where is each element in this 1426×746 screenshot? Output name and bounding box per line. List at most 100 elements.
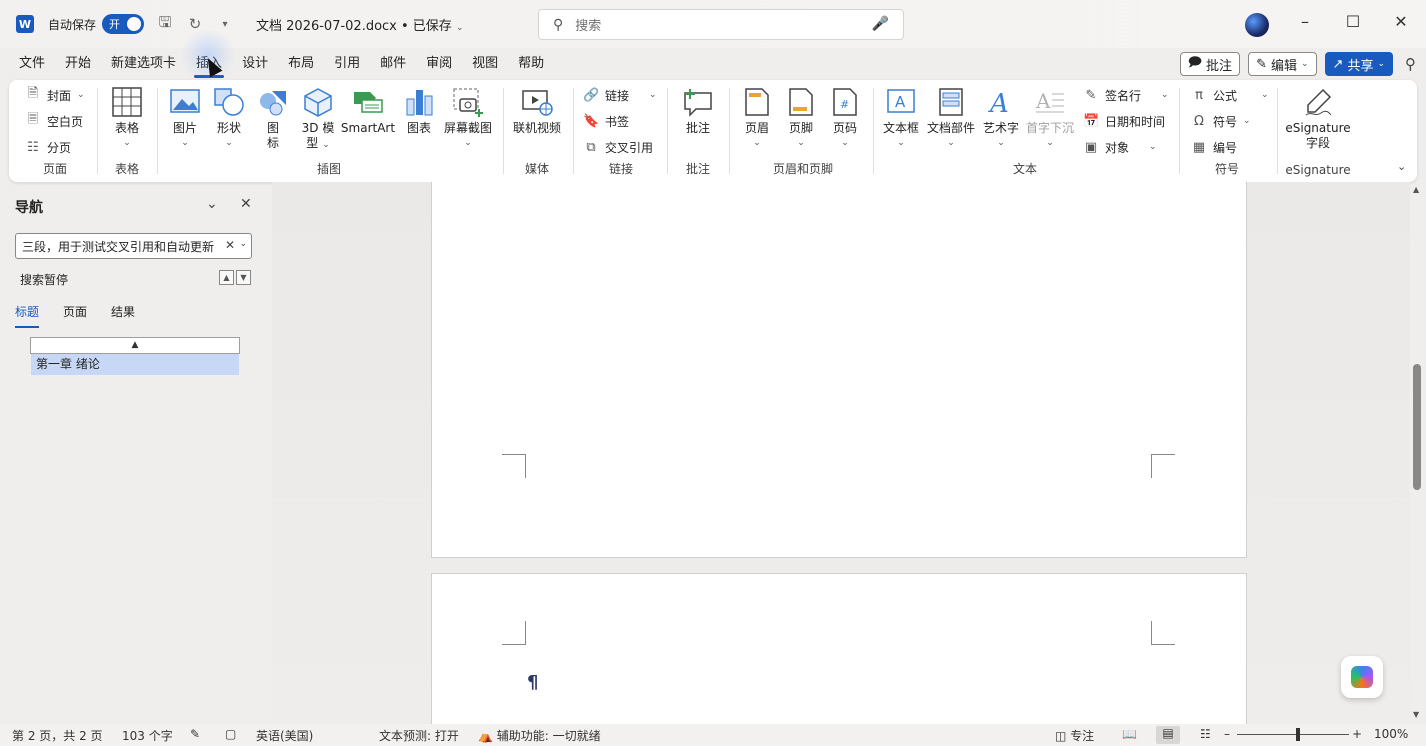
icons-button[interactable]: 图 标: [257, 86, 289, 151]
signature-line-button[interactable]: ✎ 签名行 ⌄: [1083, 84, 1169, 106]
tab-new-tab[interactable]: 新建选项卡: [101, 49, 186, 79]
tab-home[interactable]: 开始: [55, 49, 101, 79]
nav-tab-headings[interactable]: 标题: [15, 303, 40, 328]
cross-reference-icon: ⧉: [586, 139, 596, 155]
symbol-button[interactable]: Ω 符号 ⌄: [1191, 110, 1251, 132]
zoom-out-icon[interactable]: –: [1224, 727, 1230, 741]
document-canvas[interactable]: ¶: [272, 182, 1410, 724]
chevron-down-icon: ⌄: [841, 138, 849, 148]
table-button[interactable]: 表格 ⌄: [109, 86, 145, 151]
scroll-up-icon[interactable]: ▲: [1413, 185, 1419, 194]
editing-button[interactable]: ✎ 编辑 ⌄: [1248, 52, 1317, 76]
tab-help[interactable]: 帮助: [508, 49, 554, 79]
tab-layout[interactable]: 布局: [278, 49, 324, 79]
footer-button[interactable]: 页脚 ⌄: [785, 86, 817, 151]
clear-icon[interactable]: ✕: [225, 238, 235, 252]
object-button[interactable]: ▣ 对象 ⌄: [1083, 136, 1157, 158]
cover-page-button[interactable]: 🗎 封面 ⌄: [25, 84, 85, 106]
screenshot-button[interactable]: 屏幕截图 ⌄: [443, 86, 493, 151]
scroll-down-icon[interactable]: ▼: [1413, 710, 1419, 719]
equation-button[interactable]: π 公式 ⌄: [1191, 84, 1268, 106]
bookmark-button[interactable]: 🔖 书签: [583, 110, 629, 132]
chart-button[interactable]: 图表: [403, 86, 435, 136]
text-prediction-status[interactable]: 文本预测: 打开: [379, 727, 459, 744]
tab-design[interactable]: 设计: [232, 49, 278, 79]
share-button[interactable]: ↗ 共享 ⌄: [1324, 52, 1393, 76]
group-label-links: 链接: [608, 162, 633, 176]
zoom-level[interactable]: 100%: [1374, 727, 1408, 741]
number-button[interactable]: ▦ 编号: [1191, 136, 1237, 158]
close-button[interactable]: ✕: [1390, 12, 1412, 34]
web-layout-icon[interactable]: ☷: [1200, 727, 1211, 741]
vertical-scrollbar[interactable]: ▲ ▼: [1410, 182, 1426, 724]
zoom-in-icon[interactable]: +: [1352, 727, 1362, 741]
cross-reference-button[interactable]: ⧉ 交叉引用: [583, 136, 653, 158]
esignature-field-button[interactable]: eSignature 字段: [1283, 86, 1353, 151]
page-break-button[interactable]: ☷ 分页: [25, 136, 71, 158]
scrollbar-thumb[interactable]: [1413, 364, 1421, 490]
link-button[interactable]: 🔗 链接 ⌄: [583, 84, 657, 106]
blank-page-button[interactable]: 🗏 空白页: [25, 110, 83, 132]
proofing-icon[interactable]: ✎: [190, 727, 200, 741]
previous-result-icon[interactable]: ▲: [219, 270, 234, 285]
group-divider: [667, 88, 668, 174]
collapse-ribbon-icon[interactable]: ⌄: [1397, 160, 1406, 173]
save-icon[interactable]: 🖫: [156, 12, 174, 37]
feedback-icon[interactable]: ⚲: [1405, 55, 1416, 73]
date-time-button[interactable]: 📅 日期和时间: [1083, 110, 1165, 132]
tab-file[interactable]: 文件: [9, 49, 55, 79]
3d-models-button[interactable]: 3D 模 型 ⌄: [299, 86, 337, 153]
picture-button[interactable]: 图片 ⌄: [169, 86, 201, 151]
maximize-button[interactable]: ☐: [1342, 12, 1364, 34]
online-video-label: 联机视频: [512, 121, 561, 135]
nav-tab-results[interactable]: 结果: [111, 303, 135, 320]
new-comment-button[interactable]: 批注: [679, 86, 717, 136]
zoom-slider[interactable]: [1237, 734, 1349, 735]
avatar[interactable]: [1245, 13, 1269, 37]
document-page-1[interactable]: [431, 182, 1247, 558]
print-layout-icon[interactable]: ▤: [1156, 726, 1180, 744]
microphone-icon[interactable]: 🎤: [872, 16, 889, 32]
comments-button[interactable]: 🗩 批注: [1179, 52, 1241, 76]
drop-cap-button[interactable]: A 首字下沉 ⌄: [1025, 86, 1075, 151]
tab-mailings[interactable]: 邮件: [370, 49, 416, 79]
nav-tab-pages[interactable]: 页面: [63, 303, 87, 320]
header-button[interactable]: 页眉 ⌄: [741, 86, 773, 151]
quick-parts-button[interactable]: 文档部件 ⌄: [925, 86, 977, 151]
chevron-down-icon: ⌄: [797, 138, 805, 148]
autosave-toggle[interactable]: 开: [102, 14, 145, 34]
shapes-button[interactable]: 形状 ⌄: [213, 86, 245, 151]
word-count[interactable]: 103 个字: [122, 727, 173, 744]
collapse-all-icon[interactable]: ▲: [30, 337, 240, 354]
customize-icon[interactable]: ▾: [216, 19, 234, 30]
page-number-button[interactable]: # 页码 ⌄: [829, 86, 861, 151]
autosave-label: 自动保存: [48, 17, 97, 32]
group-label-media: 媒体: [524, 162, 549, 176]
minimize-button[interactable]: –: [1294, 12, 1316, 34]
heading-item[interactable]: 第一章 绪论: [31, 354, 239, 375]
read-mode-icon[interactable]: 📖: [1122, 727, 1137, 741]
focus-mode-button[interactable]: ◫ 专注: [1055, 727, 1094, 744]
smartart-label: SmartArt: [340, 121, 396, 135]
close-icon[interactable]: ✕: [240, 196, 252, 212]
document-title[interactable]: 文档 2026-07-02.docx • 已保存 ⌄: [256, 15, 463, 34]
text-box-button[interactable]: A 文本框 ⌄: [881, 86, 921, 151]
copilot-button[interactable]: [1341, 656, 1383, 698]
search-input[interactable]: ⚲ 搜索 🎤: [538, 9, 904, 40]
document-page-2[interactable]: ¶: [431, 573, 1247, 724]
wordart-button[interactable]: A 艺术字 ⌄: [979, 86, 1023, 151]
tab-review[interactable]: 审阅: [416, 49, 462, 79]
chevron-down-icon[interactable]: ⌄: [239, 239, 247, 249]
next-result-icon[interactable]: ▼: [236, 270, 251, 285]
nav-search-input[interactable]: 三段，用于测试交叉引用和自动更新 ✕ ⌄: [15, 233, 252, 259]
tab-view[interactable]: 视图: [462, 49, 508, 79]
accessibility-status[interactable]: ⛺ 辅助功能: 一切就绪: [478, 727, 601, 744]
page-count[interactable]: 第 2 页，共 2 页: [12, 727, 103, 744]
accessibility-page-icon[interactable]: ▢: [225, 727, 236, 741]
tab-references[interactable]: 引用: [324, 49, 370, 79]
language-status[interactable]: 英语(美国): [256, 727, 313, 744]
online-video-button[interactable]: 联机视频: [511, 86, 563, 136]
smartart-button[interactable]: SmartArt: [341, 86, 395, 136]
zoom-slider-thumb[interactable]: [1296, 728, 1300, 741]
chevron-down-icon[interactable]: ⌄: [206, 196, 218, 212]
